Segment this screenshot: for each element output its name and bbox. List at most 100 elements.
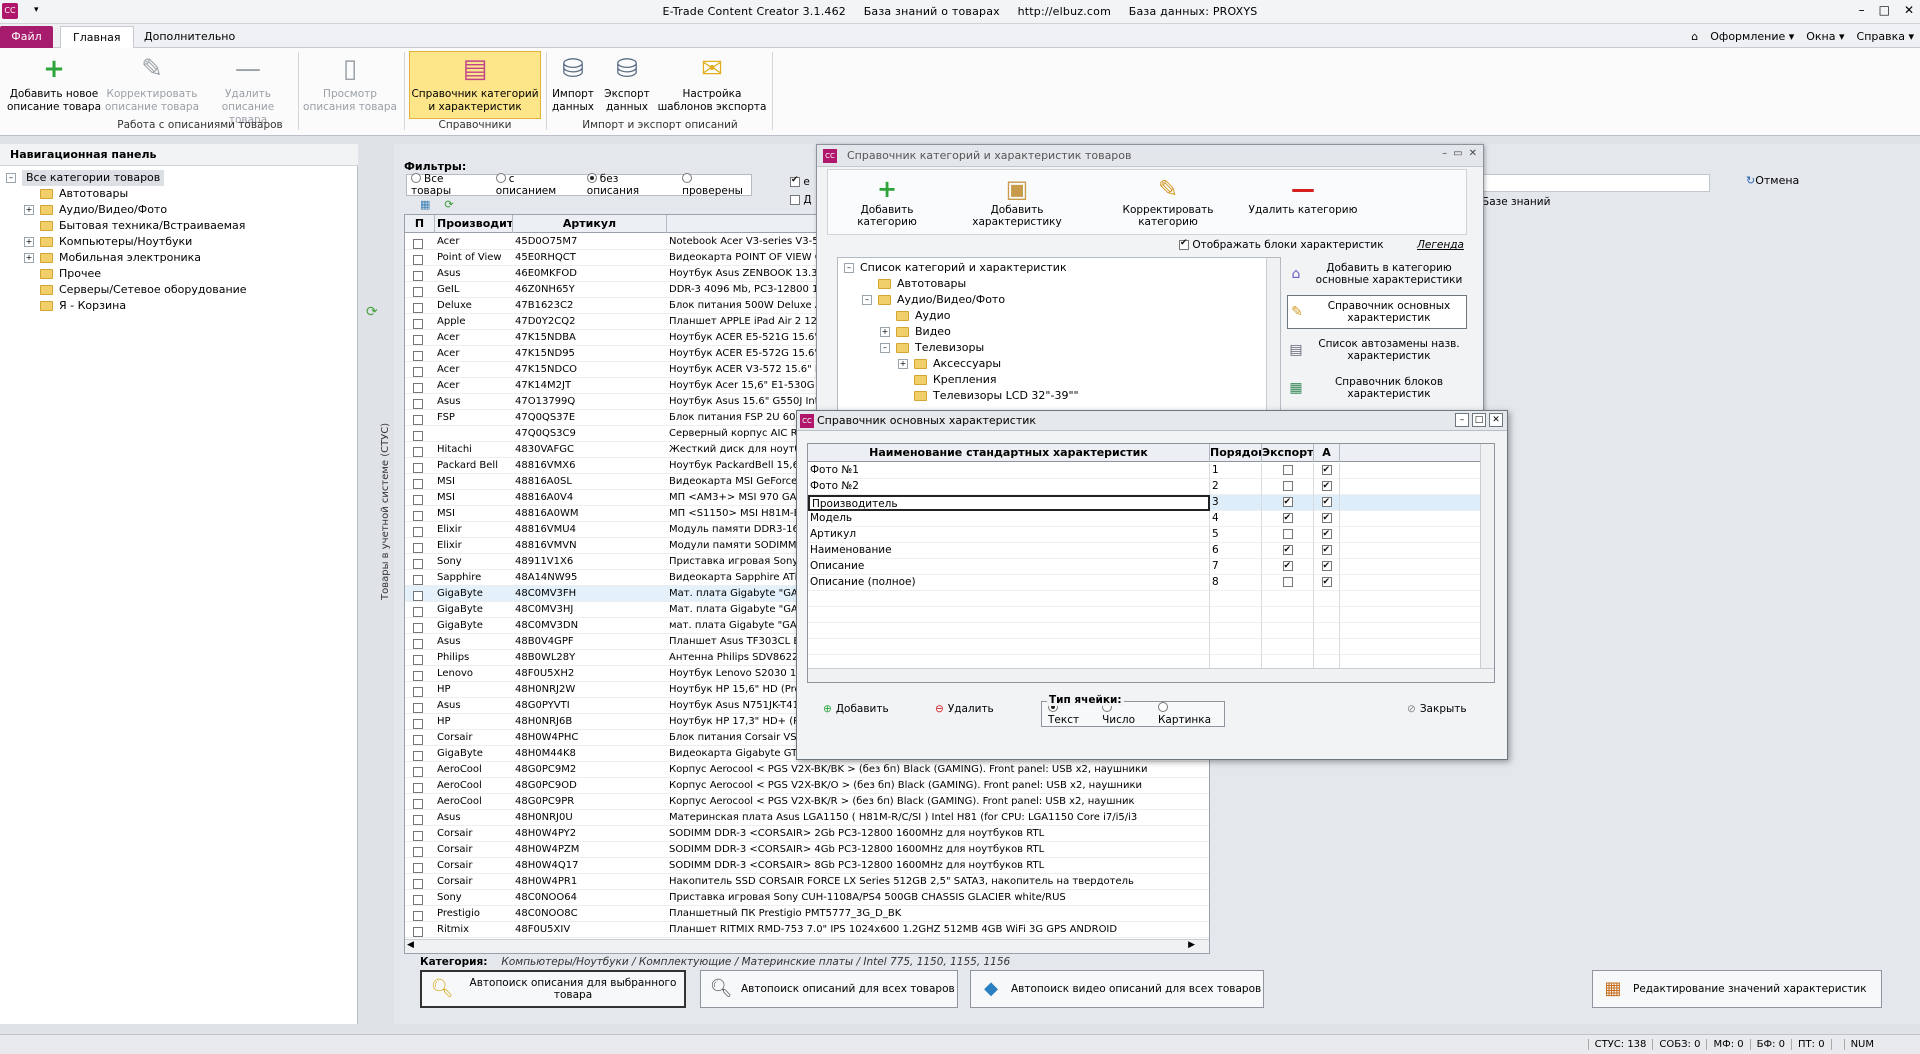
scroll-left-icon[interactable]: ◀ — [407, 940, 414, 950]
row-checkbox[interactable] — [413, 815, 423, 825]
cell-order[interactable]: 8 — [1210, 575, 1262, 591]
export-checkbox[interactable] — [1282, 577, 1293, 587]
col-header-article[interactable]: Артикул — [513, 215, 667, 233]
table-row[interactable]: Corsair 48H0W4PR1 Накопитель SSD CORSAIR F… — [405, 874, 1209, 890]
category-tree-item[interactable]: Крепления — [844, 372, 1079, 388]
category-tree-item[interactable]: Аудио — [844, 308, 1079, 324]
a-checkbox[interactable] — [1321, 495, 1332, 510]
autosearch-selected-button[interactable]: 🔍︎ Автопоиск описания для выбранного това… — [420, 970, 686, 1008]
cell-order[interactable]: 7 — [1210, 559, 1262, 575]
cell-export[interactable] — [1262, 559, 1314, 575]
export-checkbox[interactable] — [1282, 559, 1293, 574]
category-tree-item[interactable]: Автотовары — [844, 276, 1079, 292]
filter-radio[interactable]: Все товары — [411, 173, 482, 197]
menu-help[interactable]: Справка ▾ — [1857, 30, 1914, 43]
cell-type-radio[interactable]: Картинка — [1157, 702, 1224, 726]
filter-radio[interactable]: проверены — [682, 173, 751, 197]
minimize-button[interactable]: – — [1455, 413, 1469, 427]
tree-item[interactable]: + Компьютеры/Ноутбуки — [6, 234, 247, 250]
category-tree-item[interactable]: – Аудио/Видео/Фото — [844, 292, 1079, 308]
export-button[interactable]: ⛁ Экспорт данных — [602, 52, 652, 118]
row-checkbox[interactable] — [413, 879, 423, 889]
col-header-a[interactable]: А — [1314, 444, 1340, 462]
dialog-horizontal-scrollbar[interactable] — [808, 668, 1494, 682]
characteristic-row[interactable]: Описание 7 — [808, 559, 1480, 575]
cell-export[interactable] — [1262, 527, 1314, 543]
table-row[interactable]: AeroCool 48G0PC9M2 Корпус Aerocool < PGS V… — [405, 762, 1209, 778]
row-checkbox[interactable] — [413, 543, 423, 553]
bg-checkbox-2[interactable]: Д — [790, 194, 812, 206]
row-checkbox[interactable] — [413, 895, 423, 905]
legend-link[interactable]: Легенда — [1417, 239, 1464, 251]
autoreplace-list-button[interactable]: ▤ Список автозамены назв. характеристик — [1287, 333, 1467, 367]
cancel-button[interactable]: ↻Отмена — [1746, 174, 1799, 187]
cell-order[interactable]: 5 — [1210, 527, 1262, 543]
row-checkbox[interactable] — [413, 655, 423, 665]
cell-export[interactable] — [1262, 543, 1314, 559]
cell-characteristic-name[interactable]: Производитель — [808, 495, 1210, 511]
row-checkbox[interactable] — [413, 607, 423, 617]
radio-button[interactable] — [1157, 702, 1168, 712]
show-blocks-checkbox[interactable]: Отображать блоки характеристик — [1179, 238, 1384, 251]
help-circle-icon[interactable]: ⌂ — [1691, 30, 1698, 43]
row-checkbox[interactable] — [413, 783, 423, 793]
row-checkbox[interactable] — [413, 399, 423, 409]
export-templates-button[interactable]: ✉ Настройка шаблонов экспорта — [656, 52, 768, 118]
categories-reference-button[interactable]: ▤ Справочник категорий и характеристик — [409, 51, 541, 119]
row-checkbox[interactable] — [413, 591, 423, 601]
add-category-button[interactable]: + Добавить категорию — [830, 174, 944, 228]
a-checkbox[interactable] — [1321, 479, 1332, 494]
row-checkbox[interactable] — [413, 767, 423, 777]
cell-characteristic-name[interactable]: Наименование — [808, 543, 1210, 559]
tree-item[interactable]: Автотовары — [6, 186, 247, 202]
cell-a[interactable] — [1314, 479, 1340, 495]
cell-order[interactable]: 3 — [1210, 495, 1262, 511]
table-row[interactable]: Corsair 48H0W4PZM SODIMM DDR-3 <CORSAIR> 4… — [405, 842, 1209, 858]
col-header-export[interactable]: Экспорт — [1262, 444, 1314, 462]
a-checkbox[interactable] — [1321, 543, 1332, 558]
row-checkbox[interactable] — [413, 239, 423, 249]
cell-characteristic-name[interactable]: Модель — [808, 511, 1210, 527]
row-checkbox[interactable] — [413, 911, 423, 921]
add-description-button[interactable]: + Добавить новое описание товара — [6, 52, 102, 118]
columns-icon[interactable]: ▦ — [420, 198, 430, 211]
tab-extra[interactable]: Дополнительно — [132, 26, 247, 48]
category-tree-item[interactable]: + Аксессуары — [844, 356, 1079, 372]
row-checkbox[interactable] — [413, 687, 423, 697]
row-checkbox[interactable] — [413, 287, 423, 297]
table-row[interactable]: AeroCool 48G0PC9OD Корпус Aerocool < PGS V… — [405, 778, 1209, 794]
close-button[interactable]: ✕ — [1904, 3, 1914, 17]
row-checkbox[interactable] — [413, 847, 423, 857]
expand-toggle-icon[interactable]: + — [898, 359, 908, 369]
menu-windows[interactable]: Окна ▾ — [1806, 30, 1844, 43]
row-checkbox[interactable] — [413, 495, 423, 505]
export-checkbox[interactable] — [1282, 529, 1293, 539]
refresh-icon[interactable]: ⟳ — [366, 304, 378, 320]
export-checkbox[interactable] — [1282, 481, 1293, 491]
close-button[interactable]: ✕ — [1489, 413, 1503, 427]
tree-item[interactable]: Бытовая техника/Встраиваемая — [6, 218, 247, 234]
restore-button[interactable]: ▭ — [1453, 148, 1462, 159]
export-checkbox[interactable] — [1282, 465, 1293, 475]
cell-order[interactable]: 6 — [1210, 543, 1262, 559]
blocks-reference-button[interactable]: ▦ Справочник блоков характеристик — [1287, 371, 1467, 405]
row-checkbox[interactable] — [413, 303, 423, 313]
expand-toggle-icon[interactable]: – — [844, 263, 854, 273]
col-header-p[interactable]: П — [405, 215, 435, 233]
autosearch-video-button[interactable]: ◆ Автопоиск видео описаний для всех товар… — [970, 970, 1264, 1008]
row-checkbox[interactable] — [413, 671, 423, 681]
table-row[interactable]: Sony 48C0NOO64 Приставка игровая Sony CUH-… — [405, 890, 1209, 906]
kb-search-input[interactable] — [1480, 174, 1710, 192]
row-checkbox[interactable] — [413, 383, 423, 393]
a-checkbox[interactable] — [1321, 575, 1332, 590]
basic-characteristics-reference-button[interactable]: ✎ Справочник основных характеристик — [1287, 295, 1467, 329]
radio-button[interactable] — [495, 173, 506, 183]
filter-radio[interactable]: без описания — [586, 173, 668, 197]
characteristic-row[interactable]: Описание (полное) 8 — [808, 575, 1480, 591]
row-checkbox[interactable] — [413, 799, 423, 809]
expand-toggle-icon[interactable]: + — [880, 327, 890, 337]
minimize-button[interactable]: – — [1442, 148, 1447, 159]
characteristic-row[interactable]: Наименование 6 — [808, 543, 1480, 559]
category-tree-item[interactable]: Телевизоры LCD 32"-39"" — [844, 388, 1079, 404]
expand-toggle-icon[interactable]: + — [24, 237, 34, 247]
